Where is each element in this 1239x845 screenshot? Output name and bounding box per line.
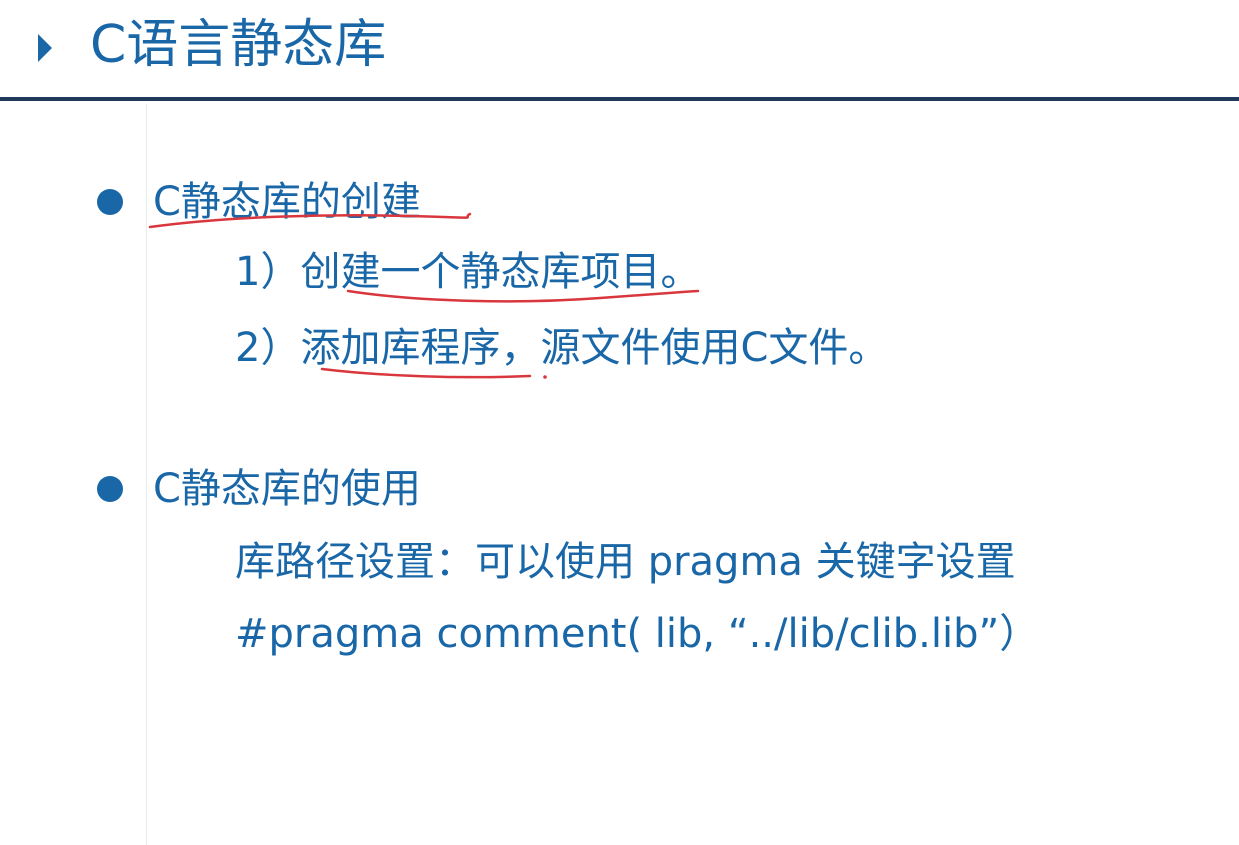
create-step-1: 1）创建一个静态库项目。 bbox=[235, 249, 701, 295]
left-guide-line bbox=[146, 104, 147, 845]
annotation-layer bbox=[148, 212, 700, 379]
slide: C语言静态库 C静态库的创建 1）创建一个静态库项目。 2）添加库程序，源文件使… bbox=[0, 0, 1239, 845]
annotation-dot-mark bbox=[543, 375, 547, 379]
bullet-dot-icon bbox=[97, 476, 123, 502]
create-step-2: 2）添加库程序，源文件使用C文件。 bbox=[235, 325, 889, 371]
bullet-dot-icon bbox=[97, 189, 123, 215]
section-heading-create: C静态库的创建 bbox=[153, 179, 421, 225]
title-bar: C语言静态库 bbox=[0, 0, 1239, 101]
title-underline-rule bbox=[0, 97, 1239, 101]
use-line-pragma-code: #pragma comment( lib, “../lib/clib.lib”） bbox=[235, 611, 1040, 657]
use-line-path-setting: 库路径设置：可以使用 pragma 关键字设置 bbox=[235, 539, 1016, 585]
slide-title: C语言静态库 bbox=[90, 15, 387, 75]
triangle-marker-icon bbox=[38, 34, 52, 62]
section-heading-use: C静态库的使用 bbox=[153, 466, 421, 512]
